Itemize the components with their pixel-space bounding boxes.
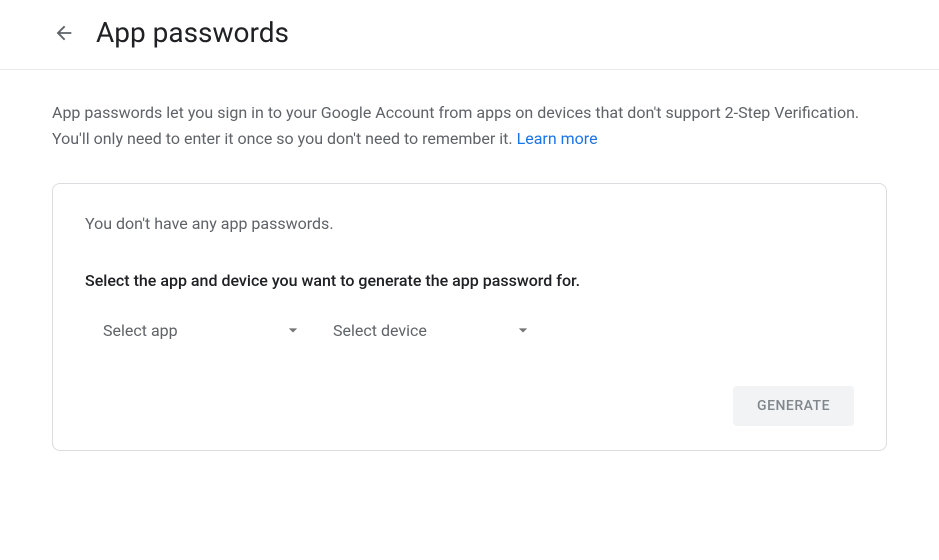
select-device-label: Select device (333, 321, 427, 340)
instruction-text: Select the app and device you want to ge… (85, 271, 854, 290)
chevron-down-icon (283, 320, 303, 340)
learn-more-link[interactable]: Learn more (517, 129, 598, 148)
app-passwords-card: You don't have any app passwords. Select… (52, 183, 887, 451)
card-actions: GENERATE (85, 386, 854, 426)
back-arrow-icon[interactable] (52, 21, 76, 45)
main-content: App passwords let you sign in to your Go… (0, 70, 939, 481)
description-body: App passwords let you sign in to your Go… (52, 103, 859, 148)
select-app-label: Select app (103, 321, 178, 340)
description-text: App passwords let you sign in to your Go… (52, 100, 887, 151)
dropdowns-row: Select app Select device (85, 314, 854, 346)
select-app-dropdown[interactable]: Select app (103, 314, 303, 346)
select-device-dropdown[interactable]: Select device (333, 314, 533, 346)
page-title: App passwords (96, 16, 289, 49)
empty-state-message: You don't have any app passwords. (85, 214, 854, 233)
page-header: App passwords (0, 0, 939, 70)
generate-button[interactable]: GENERATE (733, 386, 854, 426)
chevron-down-icon (513, 320, 533, 340)
